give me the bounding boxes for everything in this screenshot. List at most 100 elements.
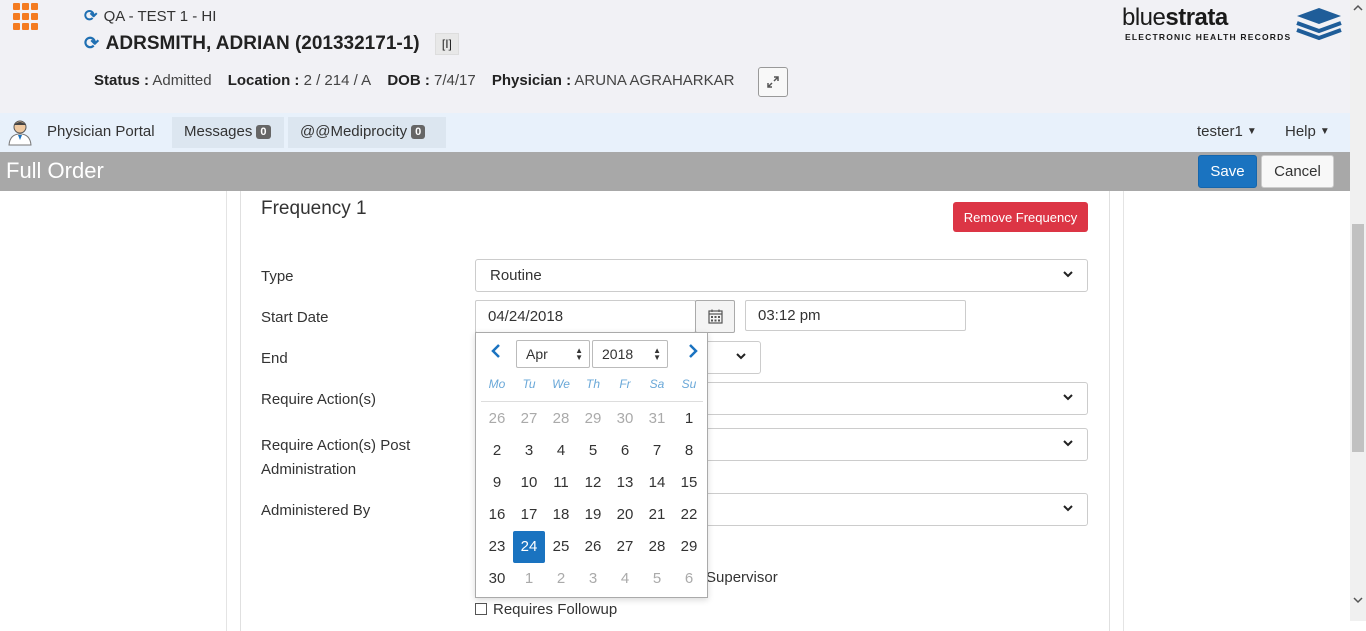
calendar-day[interactable]: 1 [513,563,545,595]
calendar-day[interactable]: 2 [545,563,577,595]
calendar-day[interactable]: 12 [577,467,609,499]
patient-name-line: ⟳ ADRSMITH, ADRIAN (201332171-1) [I] [84,33,459,55]
save-button[interactable]: Save [1198,155,1257,188]
calendar-day[interactable]: 18 [545,499,577,531]
calendar-day[interactable]: 28 [545,403,577,435]
calendar-day[interactable]: 22 [673,499,705,531]
help-menu[interactable]: Help ▼ [1285,123,1330,140]
nav-physician-portal[interactable]: Physician Portal [47,123,155,140]
calendar-day[interactable]: 15 [673,467,705,499]
calendar-day[interactable]: 19 [577,499,609,531]
start-date-label: Start Date [261,309,329,326]
type-select[interactable]: Routine [475,259,1088,292]
require-actions-post-label-line2: Administration [261,461,357,478]
nav-mediprocity[interactable]: @@Mediprocity 0 [300,123,426,140]
calendar-day[interactable]: 26 [577,531,609,563]
calendar-day[interactable]: 28 [641,531,673,563]
start-date-input[interactable] [475,300,696,333]
patient-flag-badge: [I] [434,33,459,55]
type-select-value: Routine [490,267,542,284]
brand-tagline: ELECTRONIC HEALTH RECORDS [1125,32,1292,42]
help-menu-label: Help [1285,123,1316,140]
calendar-day[interactable]: 2 [481,435,513,467]
calendar-day[interactable]: 6 [673,563,705,595]
scroll-up-icon[interactable] [1353,4,1363,12]
year-select-value: 2018 [602,346,634,362]
calendar-day[interactable]: 5 [577,435,609,467]
datepicker-divider [481,401,703,402]
weekday-header: Sa [649,377,665,391]
calendar-day[interactable]: 6 [609,435,641,467]
remove-frequency-button[interactable]: Remove Frequency [953,202,1088,232]
calendar-day[interactable]: 4 [609,563,641,595]
weekday-header: Mo [488,377,506,391]
calendar-day[interactable]: 21 [641,499,673,531]
top-navbar: Physician Portal Messages 0 @@Mediprocity… [0,113,1366,152]
calendar-day-selected[interactable]: 24 [513,531,545,563]
caret-down-icon: ▼ [1319,126,1330,137]
cancel-button[interactable]: Cancel [1261,155,1334,188]
calendar-day[interactable]: 1 [673,403,705,435]
calendar-day[interactable]: 4 [545,435,577,467]
calendar-day[interactable]: 10 [513,467,545,499]
calendar-day[interactable]: 26 [481,403,513,435]
calendar-day[interactable]: 29 [673,531,705,563]
requires-followup-checkbox[interactable] [475,603,487,615]
calendar-day[interactable]: 9 [481,467,513,499]
page-title: Full Order [6,158,104,183]
facility-line: ⟳ QA - TEST 1 - HI [84,6,216,26]
calendar-day[interactable]: 16 [481,499,513,531]
start-time-input[interactable] [745,300,966,331]
layers-logo-icon [1296,8,1342,41]
title-bar: Full Order Save Cancel [0,152,1366,191]
requires-followup-row[interactable]: Requires Followup [475,601,617,618]
calendar-day[interactable]: 3 [577,563,609,595]
chevron-right-icon[interactable] [686,343,700,359]
calendar-day[interactable]: 5 [641,563,673,595]
apps-grid-icon[interactable] [13,3,41,31]
refresh-icon[interactable]: ⟳ [84,6,97,26]
calendar-day[interactable]: 17 [513,499,545,531]
calendar-day[interactable]: 31 [641,403,673,435]
expand-button[interactable] [758,67,788,97]
calendar-day[interactable]: 29 [577,403,609,435]
calendar-day[interactable]: 3 [513,435,545,467]
messages-count-badge: 0 [256,125,271,139]
chevron-down-icon [1063,394,1073,401]
calendar-day[interactable]: 7 [641,435,673,467]
calendar-day[interactable]: 30 [481,563,513,595]
calendar-day[interactable]: 27 [609,531,641,563]
weekday-header: We [552,377,570,391]
calendar-day[interactable]: 8 [673,435,705,467]
calendar-day[interactable]: 27 [513,403,545,435]
physician-label: Physician : [491,72,572,89]
main-content: Frequency 1 Remove Frequency Type Routin… [0,191,1350,631]
calendar-day[interactable]: 20 [609,499,641,531]
calendar-day[interactable]: 25 [545,531,577,563]
user-menu[interactable]: tester1 ▼ [1197,123,1257,140]
nav-messages[interactable]: Messages 0 [184,123,271,140]
type-label: Type [261,268,294,285]
calendar-day[interactable]: 30 [609,403,641,435]
page-scrollbar[interactable] [1350,0,1366,621]
calendar-day[interactable]: 23 [481,531,513,563]
brand-logo: bluestrata ELECTRONIC HEALTH RECORDS [1122,4,1342,46]
datepicker-popup: Apr ▲ ▼ 2018 ▲ ▼ Mo Tu We Th Fr Sa Su 26 27 28 29 30… [475,332,708,598]
refresh-icon[interactable]: ⟳ [84,33,99,54]
calendar-icon [707,309,723,324]
year-select[interactable]: 2018 ▲ ▼ [592,340,668,368]
updown-arrows-icon: ▲ ▼ [575,346,583,362]
calendar-day[interactable]: 11 [545,467,577,499]
calendar-day[interactable]: 14 [641,467,673,499]
scroll-down-icon[interactable] [1353,596,1363,604]
brand-name-light: blue [1122,4,1166,31]
chevron-down-icon [1063,271,1073,278]
doctor-avatar-icon [8,120,32,146]
scrollbar-thumb[interactable] [1352,224,1364,452]
status-label: Status : [94,72,150,89]
calendar-button[interactable] [695,300,735,333]
chevron-left-icon[interactable] [489,343,503,359]
month-select[interactable]: Apr ▲ ▼ [516,340,590,368]
requires-followup-label: Requires Followup [493,601,618,618]
calendar-day[interactable]: 13 [609,467,641,499]
